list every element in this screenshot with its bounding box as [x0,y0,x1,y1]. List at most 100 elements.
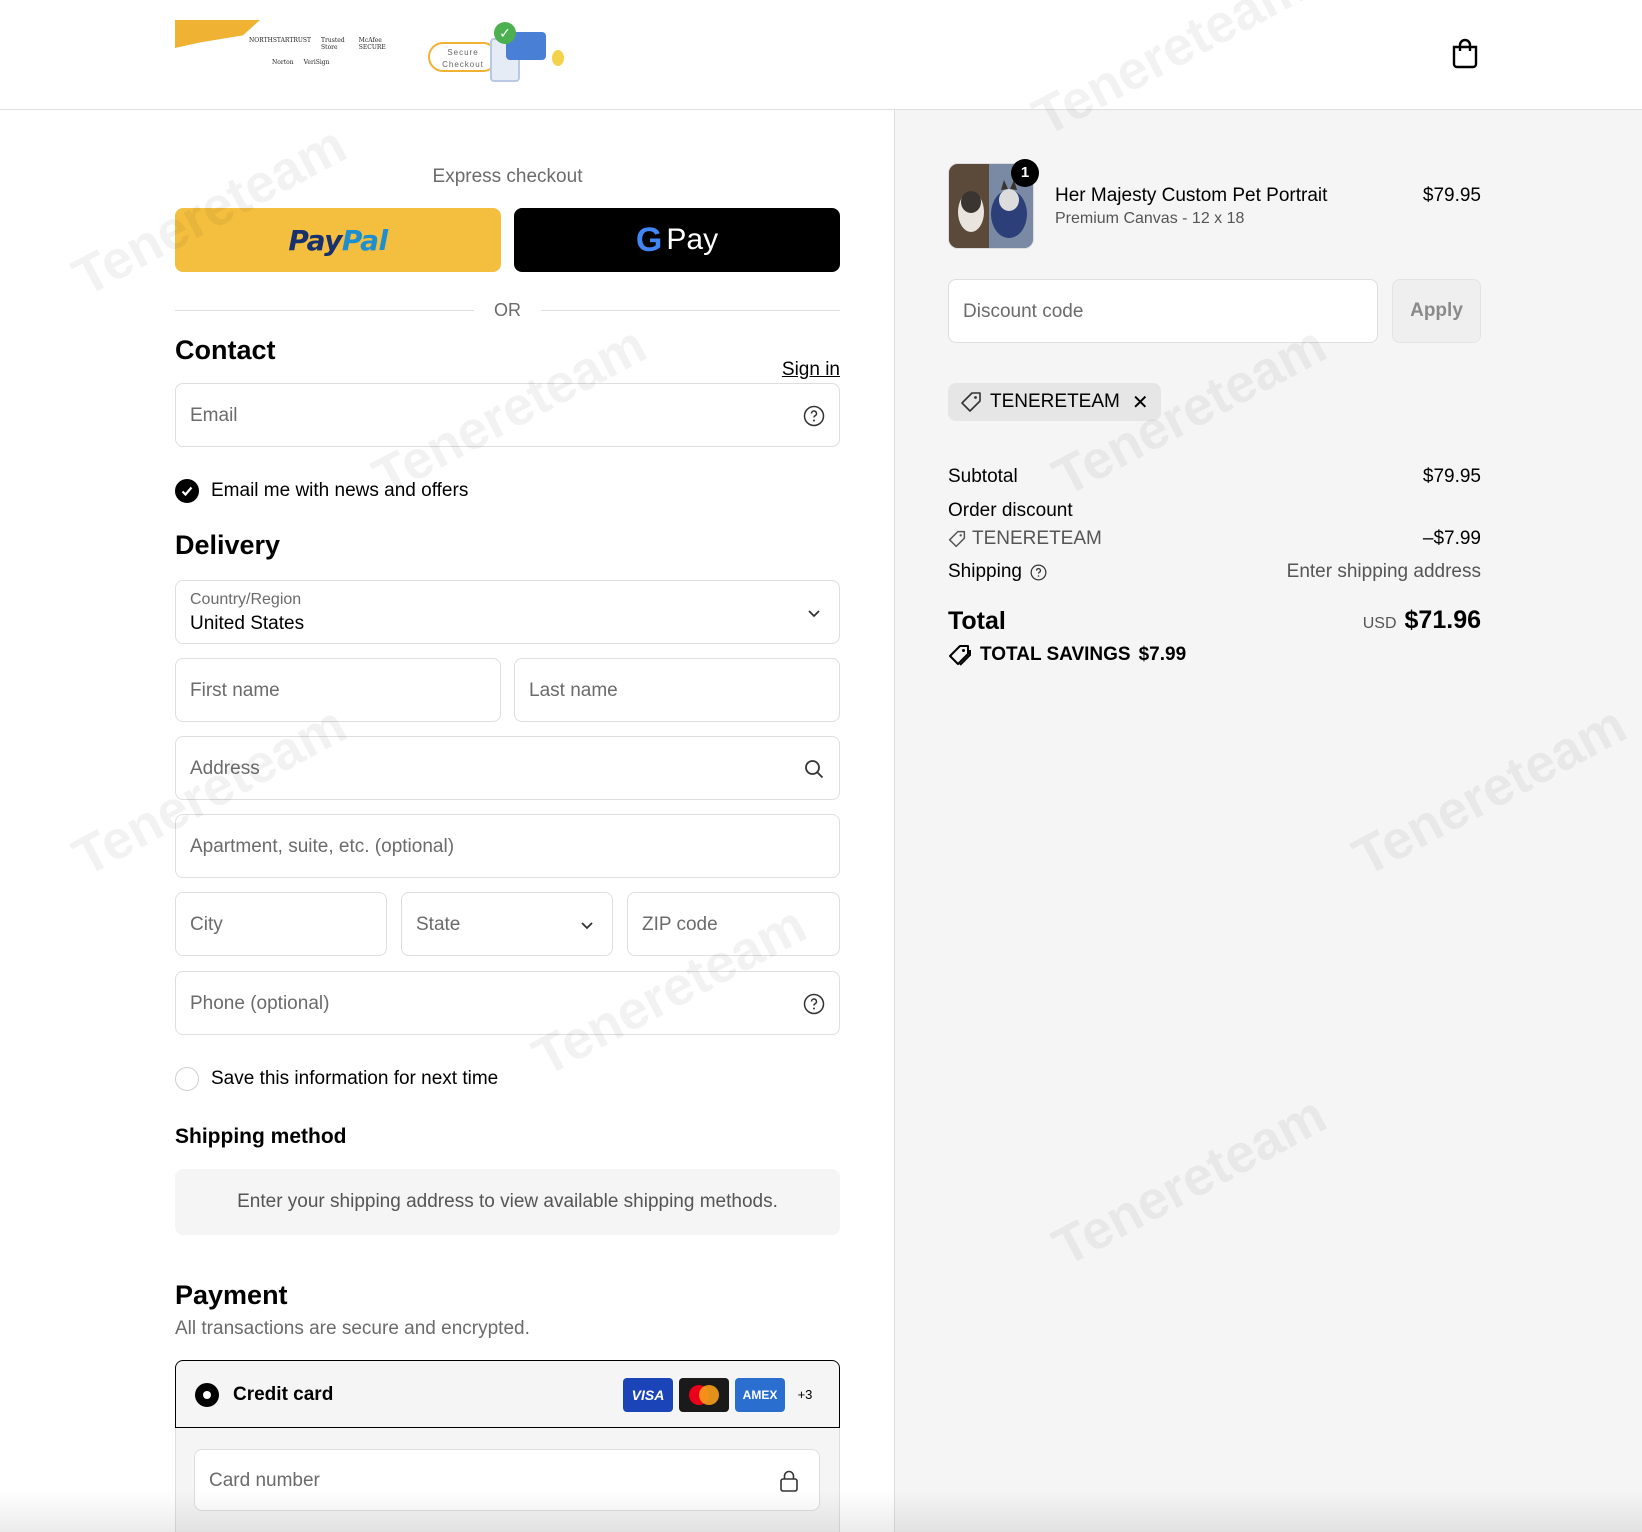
first-name-field[interactable]: First name [175,658,501,722]
email-placeholder: Email [190,405,238,426]
total-savings-value: $7.99 [1138,644,1187,665]
help-circle-icon[interactable] [803,405,825,427]
total-value: $71.96 [1404,606,1481,634]
apply-discount-button[interactable]: Apply [1392,279,1481,343]
contact-heading: Contact [175,335,276,365]
header: NORTHSTARTRUST Trusted Store McAfee SECU… [0,0,1642,110]
country-label: Country/Region [190,591,302,608]
apartment-field[interactable]: Apartment, suite, etc. (optional) [175,814,840,878]
card-number-placeholder: Card number [209,1470,320,1491]
phone-field[interactable]: Phone (optional) [175,971,840,1035]
country-value: United States [190,613,305,634]
apartment-placeholder: Apartment, suite, etc. (optional) [190,836,455,857]
secure-checkout-label: Secure Checkout [428,42,498,72]
trust-badges-row-2: Norton VeriSign [270,58,331,67]
payment-subtitle: All transactions are secure and encrypte… [175,1318,530,1339]
google-g-icon: G [635,220,663,259]
checkmark-icon [181,486,193,497]
google-pay-button[interactable]: G Pay [514,208,840,272]
total-label: Total [948,607,1006,635]
save-info-row[interactable]: Save this information for next time [175,1067,498,1091]
check-icon: ✓ [494,22,516,44]
city-placeholder: City [190,914,223,935]
tags-icon [949,645,971,666]
product-price: $79.95 [1422,185,1481,206]
shipping-row: Shipping Enter shipping address [948,561,1481,583]
total-currency: USD [1362,615,1397,632]
chevron-down-icon [581,922,593,930]
mastercard-circles-icon [689,1385,719,1405]
paypal-button[interactable]: PayPal [175,208,501,272]
state-select[interactable]: State [401,892,613,956]
address-placeholder: Address [190,758,260,779]
email-field[interactable]: Email [175,383,840,447]
shipping-value: Enter shipping address [1286,561,1481,582]
discount-code-field[interactable]: Discount code [948,279,1378,343]
northstar-badge: NORTHSTARTRUST [249,37,312,44]
mastercard-icon [679,1378,729,1412]
visa-icon: VISA [623,1378,673,1412]
credit-card-option[interactable]: Credit card VISA AMEX +3 [175,1360,840,1428]
amex-icon: AMEX [735,1378,785,1412]
save-info-checkbox[interactable] [175,1067,199,1091]
delivery-heading: Delivery [175,530,281,560]
order-discount-row: Order discount [948,500,1481,522]
discount-code-placeholder: Discount code [963,301,1084,322]
zip-placeholder: ZIP code [642,914,718,935]
paypal-logo-pay: Pay [288,223,342,257]
mcafee-badge: McAfee SECURE [358,37,386,51]
shipping-method-heading: Shipping method [175,1125,347,1148]
help-circle-icon[interactable] [1030,564,1047,581]
order-discount-code: TENERETEAM [972,528,1102,549]
divider-line [541,310,840,311]
shipping-label-wrap: Shipping [948,561,1047,583]
total-savings-label: TOTAL SAVINGS [980,644,1131,665]
lock-icon [780,1470,798,1492]
state-placeholder: State [416,914,461,935]
city-field[interactable]: City [175,892,387,956]
address-field[interactable]: Address [175,736,840,800]
tag-icon [961,392,981,412]
trust-badges: NORTHSTARTRUST Trusted Store McAfee SECU… [175,20,395,80]
email-opt-in-checkbox[interactable] [175,479,199,503]
product-variant: Premium Canvas - 12 x 18 [1055,210,1245,227]
tag-icon [948,530,966,548]
card-number-field[interactable]: Card number [194,1449,820,1511]
or-divider: OR [175,300,840,321]
total-value-wrap: USD $71.96 [1363,606,1481,635]
email-opt-in-label: Email me with news and offers [211,480,469,501]
save-info-label: Save this information for next time [211,1068,499,1089]
help-circle-icon[interactable] [803,993,825,1015]
remove-discount-icon[interactable]: ✕ [1132,390,1149,415]
order-discount-label: Order discount [948,500,1073,521]
order-discount-value: –$7.99 [1422,528,1481,549]
order-discount-code-wrap: TENERETEAM [948,528,1102,550]
country-select[interactable]: Country/Region United States [175,580,840,644]
payment-heading: Payment [175,1280,288,1310]
phone-placeholder: Phone (optional) [190,993,330,1014]
credit-card-radio[interactable] [195,1383,219,1407]
product-name: Her Majesty Custom Pet Portrait [1055,185,1328,206]
search-icon [805,760,824,779]
email-opt-in-row[interactable]: Email me with news and offers [175,479,468,503]
subtotal-label: Subtotal [948,466,1018,487]
quantity-badge: 1 [1011,159,1039,187]
sign-in-link[interactable]: Sign in [782,359,840,381]
shopping-bag-icon[interactable] [1450,37,1480,69]
norton-badge: Norton [272,59,294,66]
subtotal-value: $79.95 [1422,466,1481,487]
divider-line [175,310,474,311]
credit-card-label: Credit card [233,1384,334,1405]
card-brands: VISA AMEX +3 [623,1378,819,1412]
last-name-field[interactable]: Last name [514,658,840,722]
express-checkout-label: Express checkout [432,166,583,187]
paypal-logo: PayPal [288,223,388,257]
verisign-badge: VeriSign [303,59,330,66]
more-cards-badge: +3 [797,1387,813,1402]
applied-discount-code: TENERETEAM [990,391,1120,412]
first-name-placeholder: First name [190,680,280,701]
zip-field[interactable]: ZIP code [627,892,840,956]
shipping-label: Shipping [948,561,1022,582]
google-pay-label: Pay [666,223,719,256]
shipping-method-notice: Enter your shipping address to view avai… [175,1169,840,1235]
